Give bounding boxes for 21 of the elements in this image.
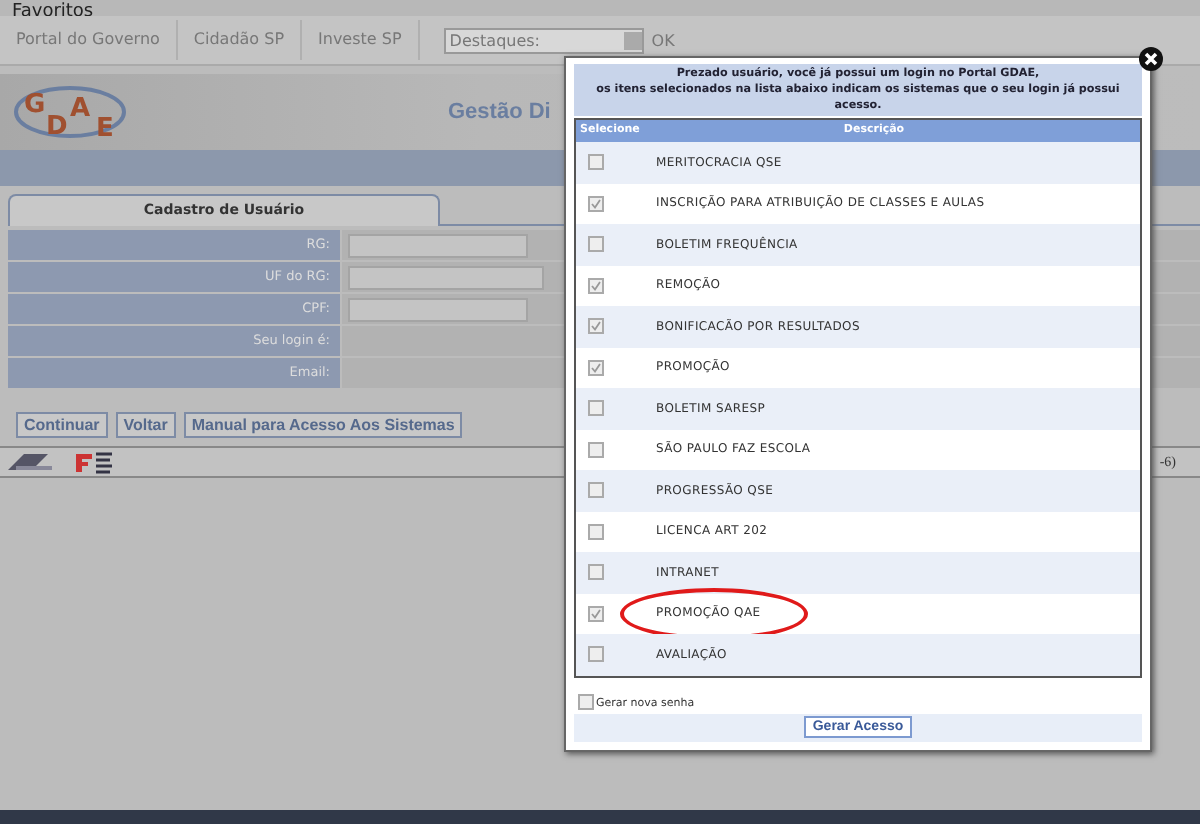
checkbox[interactable] xyxy=(588,400,604,417)
checkbox[interactable] xyxy=(588,564,604,581)
checkbox[interactable] xyxy=(588,359,604,376)
checkbox[interactable] xyxy=(588,646,604,663)
checkbox[interactable] xyxy=(588,277,604,294)
checkbox[interactable] xyxy=(588,482,604,499)
checkbox[interactable] xyxy=(588,154,604,171)
checkbox[interactable] xyxy=(588,523,604,540)
checkbox[interactable] xyxy=(588,605,604,622)
checkbox[interactable] xyxy=(588,195,604,212)
site-title: Gestão Di xyxy=(448,100,551,124)
close-icon[interactable] xyxy=(1138,46,1164,72)
checkbox[interactable] xyxy=(578,693,594,709)
checkbox[interactable] xyxy=(588,236,604,253)
checkbox[interactable] xyxy=(588,318,604,335)
checkbox[interactable] xyxy=(588,441,604,458)
text-field[interactable] xyxy=(348,297,528,321)
favorites-link[interactable]: Favoritos xyxy=(12,4,94,16)
logo-drawing: GDAE xyxy=(12,80,128,144)
text-field[interactable] xyxy=(348,233,528,257)
dropdown-field[interactable] xyxy=(348,265,544,289)
